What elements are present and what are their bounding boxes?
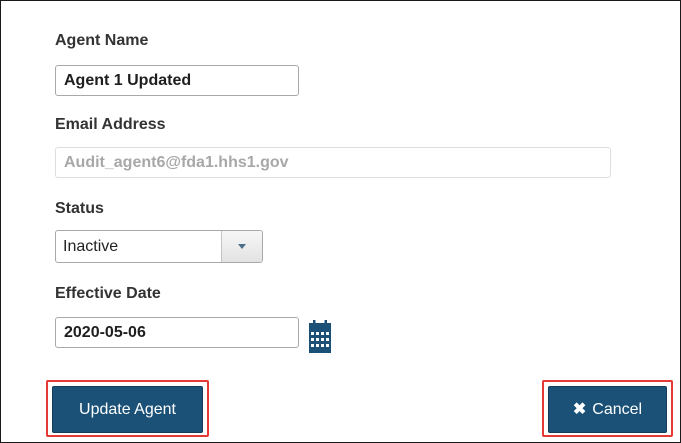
email-address-label: Email Address [55,116,166,133]
calendar-icon[interactable] [309,319,331,353]
email-address-input: Audit_agent6@fda1.hhs1.gov [55,147,611,178]
status-dropdown-toggle[interactable] [221,231,262,262]
effective-date-input[interactable]: 2020-05-06 [55,317,299,348]
cancel-label: Cancel [592,401,643,418]
status-selected-value: Inactive [63,238,119,255]
agent-name-label: Agent Name [55,32,149,49]
edit-agent-form: Agent Name Agent 1 Updated Email Address… [0,0,681,443]
status-label: Status [55,200,104,217]
cancel-button[interactable]: ✖ Cancel [548,386,667,433]
agent-name-input[interactable]: Agent 1 Updated [55,65,299,96]
chevron-down-icon [238,244,246,249]
effective-date-label: Effective Date [55,285,161,302]
update-agent-button[interactable]: Update Agent [52,386,203,433]
update-agent-label: Update Agent [79,401,176,418]
status-select[interactable]: Inactive [55,230,263,263]
close-icon: ✖ [572,401,587,418]
